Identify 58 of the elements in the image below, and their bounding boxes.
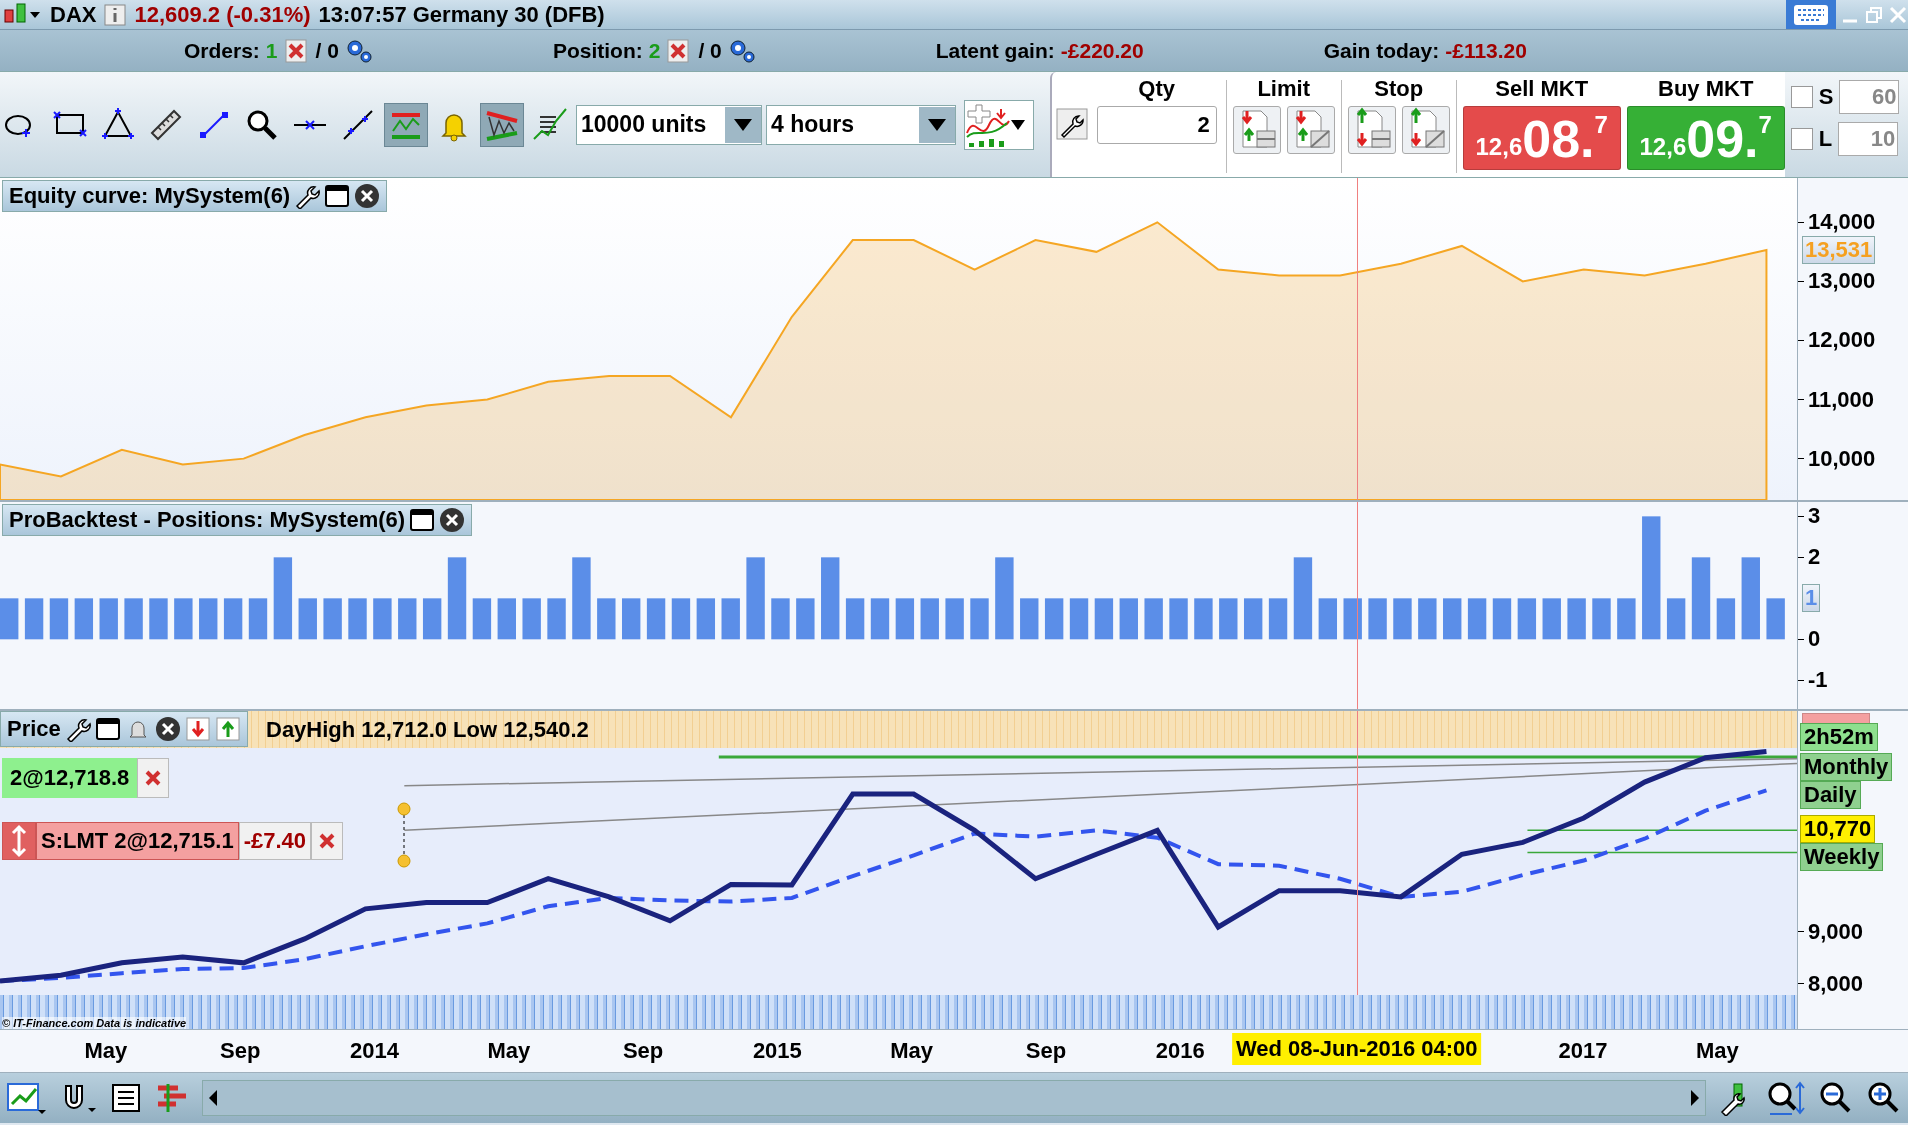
current-value-label: 13,531 (1802, 236, 1876, 264)
orders-pending: / 0 (315, 38, 339, 63)
axis-tick-label: 0 (1798, 626, 1821, 653)
latent-gain-value: -£220.20 (1060, 38, 1144, 63)
instrument-price: 12,609.2 (-0.31%) (134, 1, 311, 28)
date-label: 2016 (1155, 1038, 1205, 1064)
position-label: 2@12,718.8 (2, 758, 138, 798)
axis-tick-label: 10,000 (1798, 445, 1876, 472)
date-label: Sep (1025, 1038, 1067, 1064)
price-label: 10,770 (1800, 815, 1876, 843)
gain-today-label: Gain today: (1323, 38, 1440, 63)
axis-tick-label: 3 (1798, 503, 1821, 530)
stop-label: Stop (1374, 76, 1424, 102)
option-label: S (1818, 84, 1834, 110)
cursor-date-label: Wed 08-Jun-2016 04:00 (1231, 1033, 1482, 1065)
date-label: May (487, 1038, 531, 1064)
axis-tick-label: 11,000 (1798, 386, 1875, 413)
date-label: 2014 (350, 1038, 399, 1064)
position-pending: / 0 (698, 38, 722, 63)
current-value-label: 1 (1802, 584, 1821, 613)
instrument-time-name: 13:07:57 Germany 30 (DFB) (318, 1, 605, 28)
axis-tick-label: 12,000 (1798, 327, 1876, 354)
level-label: Monthly (1800, 753, 1893, 781)
axis-tick-label: 13,000 (1798, 268, 1876, 295)
instrument-name: DAX (50, 1, 97, 28)
buy-market-label: Buy MKT (1658, 76, 1754, 102)
order-pnl: -£7.40 (238, 822, 312, 860)
level-label: Weekly (1800, 843, 1884, 871)
date-label: 2015 (752, 1038, 802, 1064)
axis-tick-label: 8,000 (1798, 970, 1864, 997)
axis-tick-label: -1 (1798, 667, 1828, 694)
date-label: May (890, 1038, 934, 1064)
axis-tick-label: 9,000 (1798, 918, 1864, 945)
date-label: Sep (622, 1038, 664, 1064)
limit-label: Limit (1257, 76, 1310, 102)
latent-gain-label: Latent gain: (935, 38, 1055, 63)
orders-label: Orders: (184, 38, 260, 63)
position-count: 2 (648, 38, 661, 63)
panel-title: Price (7, 716, 61, 742)
date-label: Sep (220, 1038, 261, 1064)
option-label: L (1818, 126, 1833, 152)
date-label: May (1696, 1038, 1739, 1064)
position-label: Position: (552, 38, 643, 63)
panel-title: ProBacktest - Positions: MySystem(6) (9, 507, 406, 533)
panel-title: Equity curve: MySystem(6) (9, 183, 291, 209)
axis-tick-label: 14,000 (1798, 209, 1876, 236)
qty-label: Qty (1138, 76, 1176, 102)
date-label: 2017 (1558, 1038, 1608, 1064)
orders-count: 1 (265, 38, 278, 63)
gain-today-value: -£113.20 (1445, 38, 1527, 63)
day-range-text: DayHigh 12,712.0 Low 12,540.2 (266, 717, 589, 743)
copyright-text: © IT-Finance.com Data is indicative (2, 1017, 187, 1029)
sell-market-label: Sell MKT (1495, 76, 1589, 102)
countdown-label: 2h52m (1800, 723, 1878, 751)
limit-order-label: S:LMT 2@12,715.1 (36, 822, 239, 860)
date-label: May (84, 1038, 128, 1064)
level-label: Daily (1800, 781, 1861, 809)
axis-tick-label: 2 (1798, 544, 1821, 571)
